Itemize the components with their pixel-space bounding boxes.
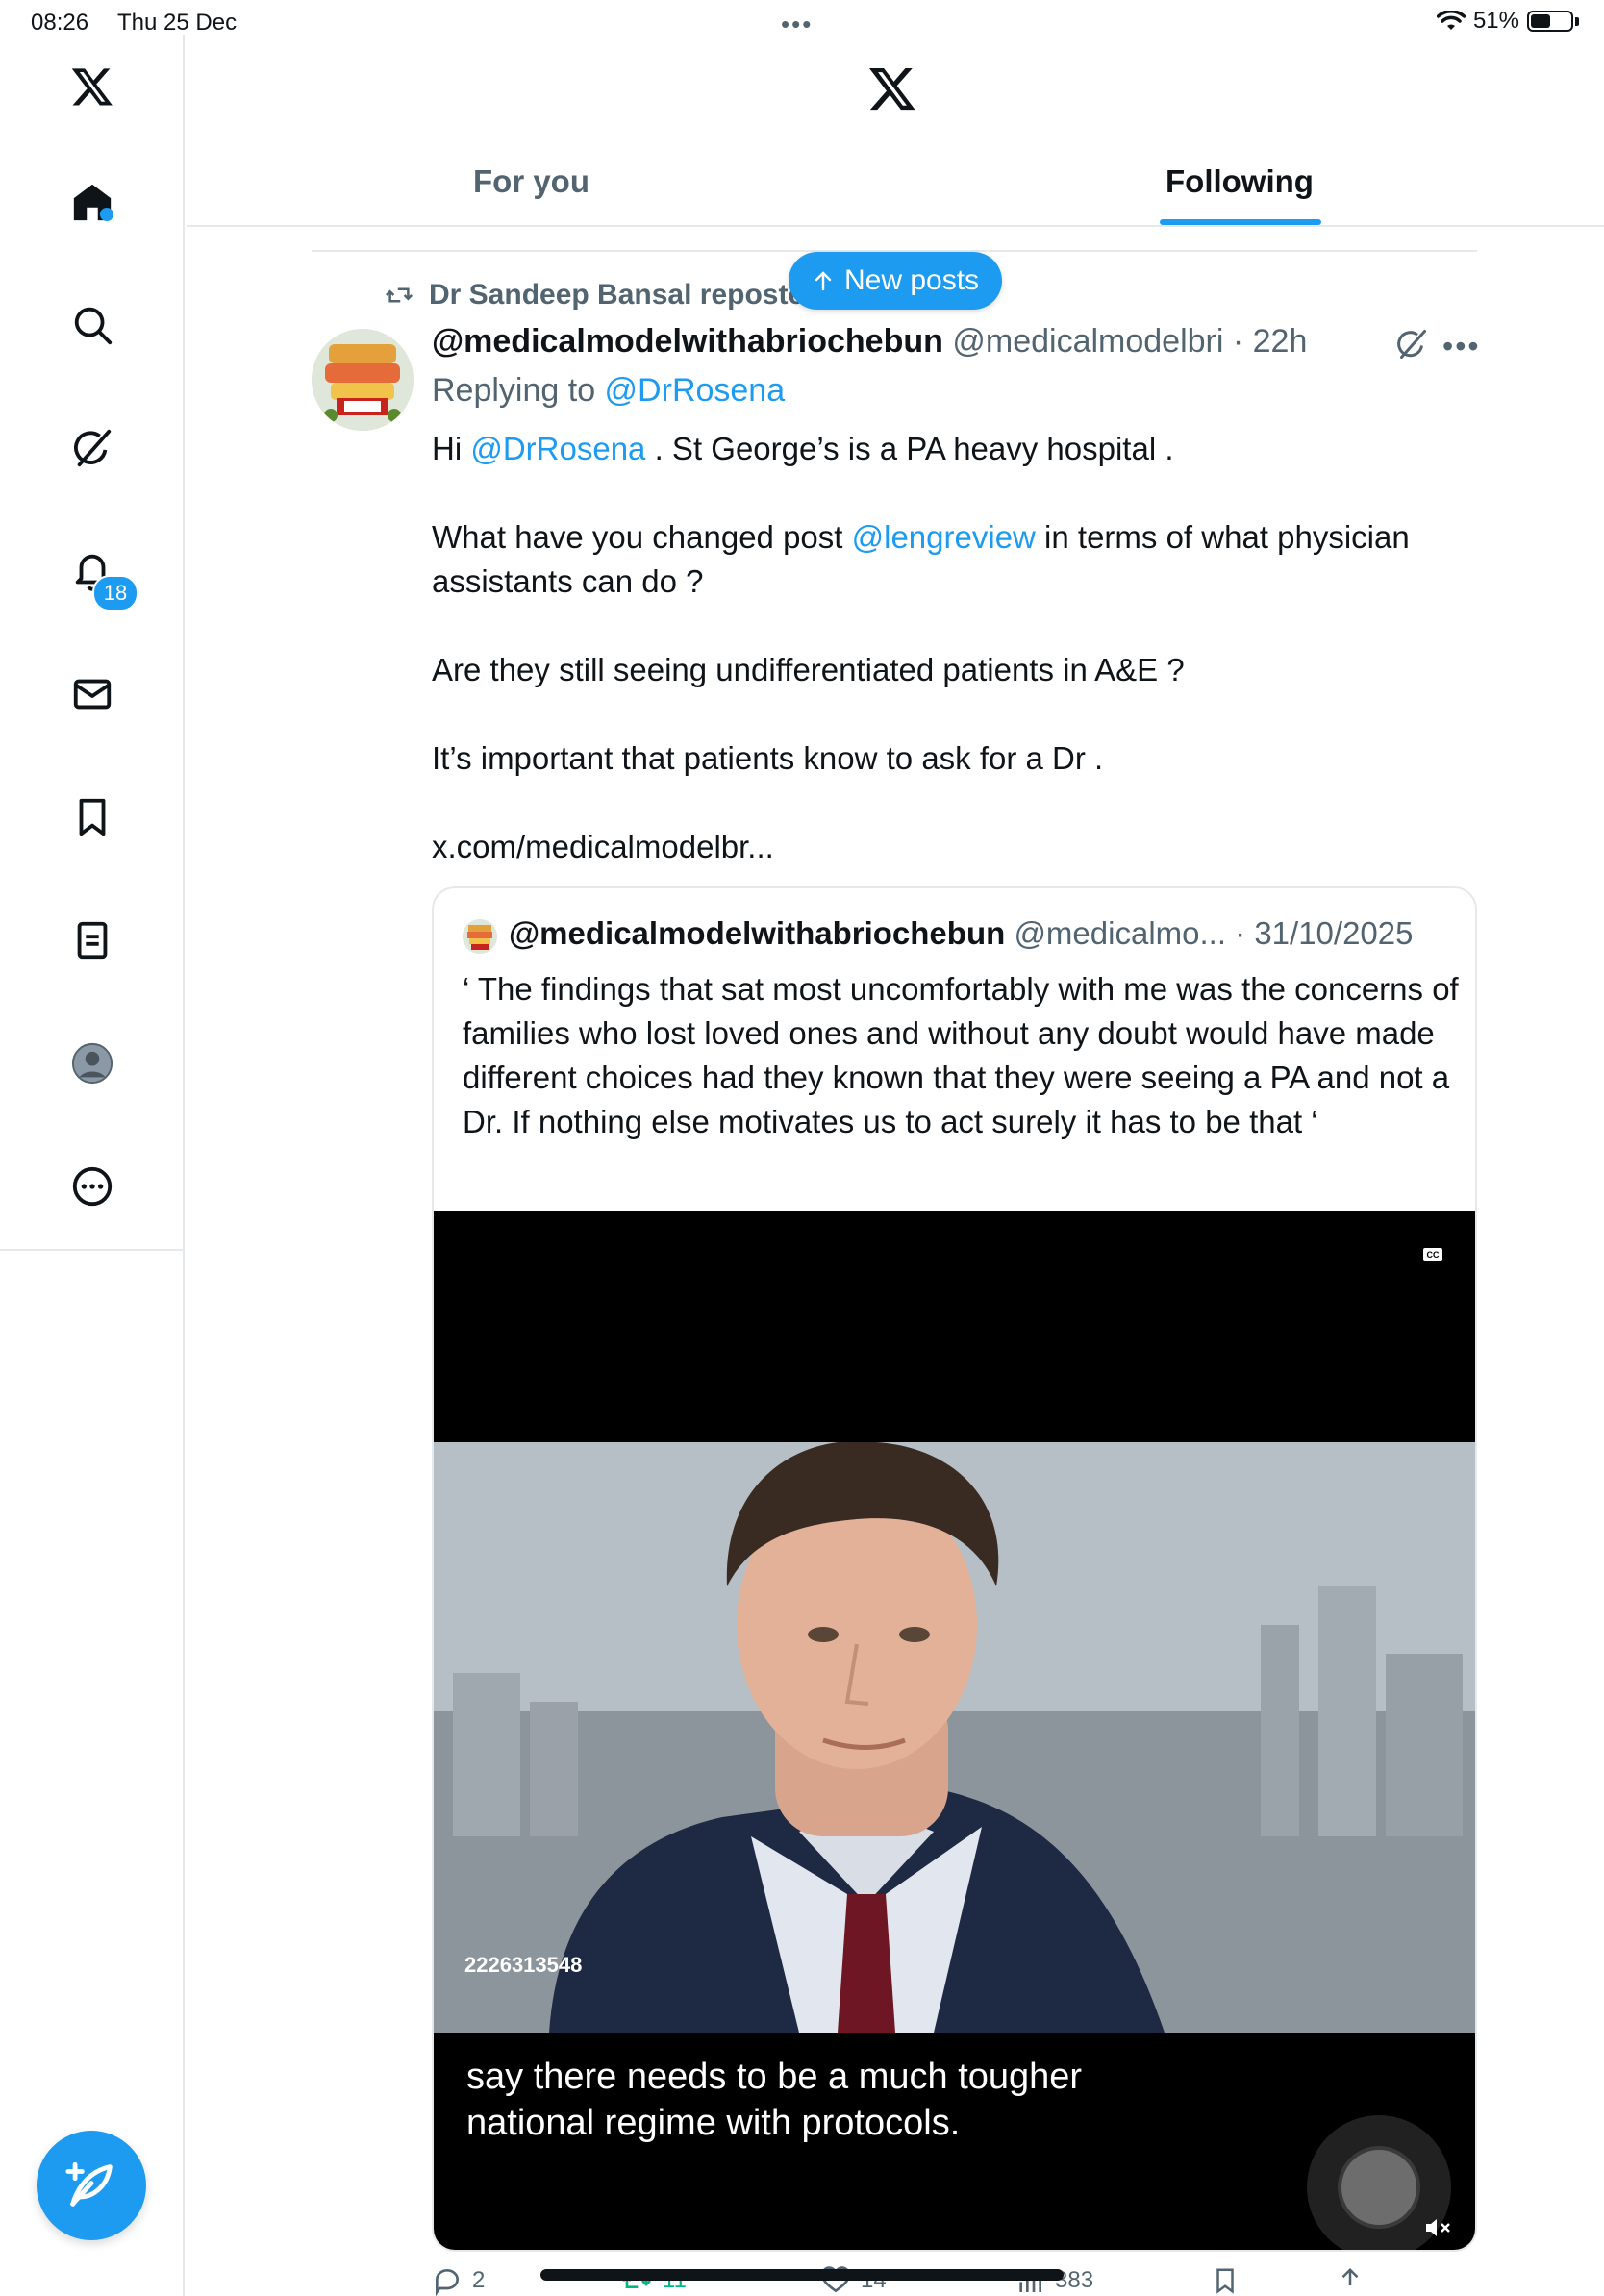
- compose-button[interactable]: [37, 2131, 146, 2240]
- notifications-badge: 18: [92, 575, 138, 611]
- video-top-bar[interactable]: CC: [434, 1211, 1475, 1442]
- mention-link[interactable]: @DrRosena: [470, 431, 645, 466]
- more-icon[interactable]: [69, 1163, 115, 1210]
- wifi-icon: [1436, 11, 1466, 30]
- post-separator: ·: [1223, 323, 1253, 360]
- reply-count: 2: [472, 2267, 486, 2293]
- timeline-tabs: For you Following: [187, 144, 1604, 227]
- quote-header: @medicalmodelwithabriochebun @medicalmo.…: [509, 915, 1414, 952]
- sidebar: 18: [0, 35, 185, 1251]
- replying-prefix: Replying to: [432, 372, 605, 409]
- reply-button[interactable]: 2: [432, 2265, 485, 2296]
- repost-by-label: Dr Sandeep Bansal reposte: [429, 279, 805, 311]
- x-logo-header-icon[interactable]: [867, 63, 917, 113]
- battery-icon: [1527, 11, 1573, 32]
- post-header: @medicalmodelwithabriochebun @medicalmod…: [432, 323, 1307, 361]
- share-button[interactable]: [1336, 2265, 1365, 2296]
- post-time[interactable]: 22h: [1253, 323, 1308, 360]
- battery-percent: 51%: [1472, 8, 1519, 34]
- post-text-segment: Hi: [432, 431, 471, 466]
- arrow-up-icon: [815, 271, 832, 291]
- video-frame[interactable]: gettyimages 2226313548: [434, 1442, 1475, 2033]
- new-posts-button[interactable]: New posts: [789, 252, 1002, 310]
- status-time: 08:26: [31, 10, 89, 36]
- post-paragraph-1: Hi @DrRosena . St George’s is a PA heavy…: [432, 427, 1470, 471]
- quote-handle[interactable]: @medicalmo...: [1014, 915, 1226, 951]
- post-text-segment: What have you changed post: [432, 519, 852, 555]
- x-logo-icon[interactable]: [69, 63, 115, 110]
- mention-link[interactable]: @lengreview: [852, 519, 1036, 555]
- status-right: 51%: [1436, 8, 1579, 35]
- post-url-link[interactable]: x.com/medicalmodelbr...: [432, 825, 1470, 869]
- quote-separator: ·: [1226, 915, 1255, 951]
- quote-avatar[interactable]: [463, 919, 497, 954]
- status-date: Thu 25 Dec: [117, 10, 238, 36]
- video-id: 2226313548: [464, 1953, 583, 1977]
- video-caption: say there needs to be a much tougher nat…: [466, 2057, 1083, 2143]
- grok-icon[interactable]: [69, 425, 115, 471]
- tab-following[interactable]: Following: [1165, 163, 1314, 200]
- search-icon[interactable]: [69, 302, 115, 348]
- post-handle[interactable]: @medicalmodelbri: [952, 323, 1223, 360]
- post-display-name[interactable]: @medicalmodelwithabriochebun: [432, 323, 943, 360]
- lists-icon[interactable]: [69, 917, 115, 963]
- reply-icon: [436, 2269, 459, 2296]
- repost-indicator[interactable]: Dr Sandeep Bansal reposte: [383, 279, 804, 312]
- grok-explain-icon[interactable]: [1394, 327, 1429, 362]
- quoted-post[interactable]: @medicalmodelwithabriochebun @medicalmo.…: [432, 886, 1477, 2252]
- avatar[interactable]: [312, 329, 414, 431]
- compose-icon: [65, 2161, 113, 2207]
- post-text-segment: . St George’s is a PA heavy hospital .: [645, 431, 1174, 466]
- closed-captions-icon[interactable]: CC: [1423, 1248, 1442, 1261]
- replying-to: Replying to @DrRosena: [432, 372, 785, 410]
- bookmarks-icon[interactable]: [69, 794, 115, 840]
- post-paragraph-2: What have you changed post @lengreview i…: [432, 515, 1470, 604]
- active-tab-indicator: [1160, 219, 1321, 225]
- messages-icon[interactable]: [69, 671, 115, 717]
- post-paragraph-3: Are they still seeing undifferentiated p…: [432, 652, 1185, 687]
- tab-for-you[interactable]: For you: [473, 163, 589, 200]
- repost-icon: [385, 287, 414, 303]
- home-unread-dot: [100, 208, 113, 221]
- post-more-icon[interactable]: •••: [1442, 329, 1481, 364]
- post-paragraph-4: It’s important that patients know to ask…: [432, 740, 1104, 776]
- quote-date[interactable]: 31/10/2025: [1254, 915, 1413, 951]
- quote-display-name[interactable]: @medicalmodelwithabriochebun: [509, 915, 1005, 951]
- bookmark-button[interactable]: [1211, 2265, 1240, 2296]
- share-icon: [1341, 2267, 1359, 2285]
- home-indicator[interactable]: [540, 2269, 1064, 2281]
- quote-text: ‘ The findings that sat most uncomfortab…: [463, 971, 1459, 1139]
- new-posts-label: New posts: [843, 264, 980, 296]
- replying-to-link[interactable]: @DrRosena: [605, 372, 786, 409]
- multitask-dots-icon[interactable]: •••: [781, 10, 813, 39]
- profile-icon[interactable]: [69, 1040, 115, 1086]
- mute-icon[interactable]: [1423, 2215, 1452, 2240]
- bookmark-icon: [1216, 2268, 1234, 2294]
